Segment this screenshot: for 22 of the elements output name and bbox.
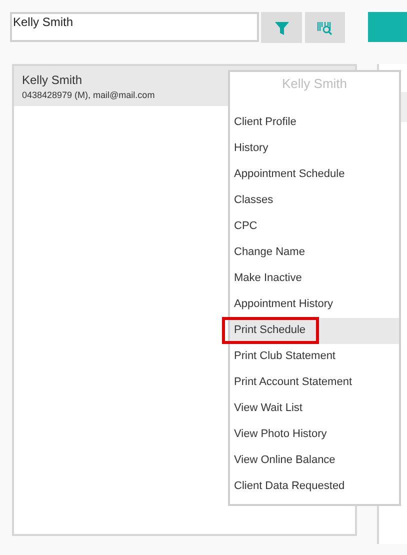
menu-item[interactable]: Client Profile [230, 110, 399, 136]
menu-item[interactable]: Appointment Schedule [230, 162, 399, 188]
menu-item[interactable]: History [230, 136, 399, 162]
menu-item[interactable]: Print Club Statement [230, 344, 399, 370]
menu-item[interactable]: Make Inactive [230, 266, 399, 292]
menu-item[interactable]: Print Account Statement [230, 370, 399, 396]
filter-icon [274, 20, 290, 36]
barcode-search-button[interactable] [304, 12, 346, 43]
menu-item[interactable]: CPC [230, 214, 399, 240]
menu-item[interactable]: Classes [230, 188, 399, 214]
search-field[interactable]: Kelly Smith [10, 12, 260, 42]
client-contact: 0438428979 (M), mail@mail.com [22, 89, 155, 102]
menu-item[interactable]: View Photo History [230, 422, 399, 448]
menu-item[interactable]: View Online Balance [230, 448, 399, 474]
menu-item[interactable]: Client Data Requested [230, 474, 399, 500]
menu-item[interactable]: Change Name [230, 240, 399, 266]
menu-item[interactable]: View Wait List [230, 396, 399, 422]
client-name: Kelly Smith [22, 72, 82, 89]
barcode-search-icon [317, 20, 334, 34]
filter-button[interactable] [261, 12, 302, 43]
menu-title: Kelly Smith [282, 75, 348, 93]
menu-item[interactable]: Appointment History [230, 292, 399, 318]
